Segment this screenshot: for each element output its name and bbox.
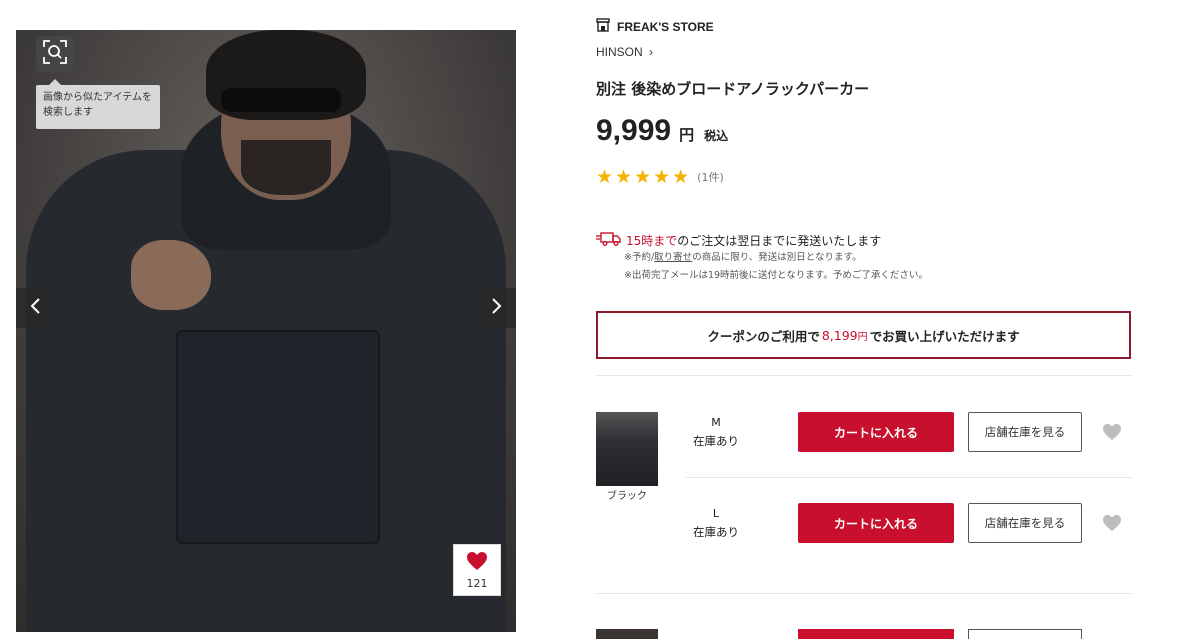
chevron-right-icon xyxy=(489,297,503,319)
price-row: 9,999 円 税込 xyxy=(596,114,728,148)
coupon-prefix: クーポンのご利用で xyxy=(707,328,820,344)
ship-note-1: ※予約/取り寄せの商品に限り、発送は別日となります。 xyxy=(624,249,928,267)
rating-row[interactable]: ★★★★★ (1件) xyxy=(596,166,724,188)
color-thumbnail[interactable] xyxy=(596,412,658,486)
brand-link[interactable]: HINSON › xyxy=(596,45,653,59)
store-stock-button-next[interactable] xyxy=(968,629,1082,639)
tax-label: 税込 xyxy=(704,129,729,143)
size-stock-m: M 在庫あり xyxy=(686,414,746,450)
add-to-cart-button-m[interactable]: カートに入れる xyxy=(798,412,954,452)
brand-name: HINSON xyxy=(596,45,643,59)
ship-note-1-prefix: ※予約/ xyxy=(624,252,655,263)
divider xyxy=(596,375,1132,376)
favorite-button[interactable]: 121 xyxy=(453,544,501,596)
add-to-cart-button-l[interactable]: カートに入れる xyxy=(798,503,954,543)
color-thumbnail-next[interactable] xyxy=(596,629,658,639)
chevron-left-icon xyxy=(29,297,43,319)
row-divider xyxy=(686,477,1132,478)
backorder-link[interactable]: 取り寄せ xyxy=(654,252,692,263)
ship-note-1-suffix: の商品に限り、発送は別日となります。 xyxy=(692,252,862,263)
coupon-suffix: でお買い上げいただけます xyxy=(869,328,1020,344)
color-label: ブラック xyxy=(607,491,647,502)
product-main-image[interactable]: 画像から似たアイテムを検索します 121 xyxy=(16,30,516,632)
stock-status: 在庫あり xyxy=(693,434,739,448)
shop-name: FREAK'S STORE xyxy=(617,19,714,34)
star-rating-icon: ★★★★★ xyxy=(596,166,692,188)
store-stock-button-l[interactable]: 店舗在庫を見る xyxy=(968,503,1082,543)
chevron-right-icon: › xyxy=(649,45,654,59)
price-value: 9,999 xyxy=(596,114,672,147)
image-search-icon xyxy=(42,39,68,69)
store-icon xyxy=(596,18,617,35)
coupon-currency: 円 xyxy=(857,331,868,343)
size-label: M xyxy=(711,416,721,429)
image-sunglasses xyxy=(221,88,341,112)
coupon-banner[interactable]: クーポンのご利用で 8,199円 でお買い上げいただけます xyxy=(596,311,1131,359)
heart-icon xyxy=(466,551,488,575)
shipping-info: 15時まで のご注文は翌日までに発送いたします ※予約/取り寄せの商品に限り、発… xyxy=(596,232,928,285)
image-beard xyxy=(241,140,331,195)
add-to-cart-button-next[interactable] xyxy=(798,629,954,639)
review-count: (1件) xyxy=(697,171,724,184)
image-search-button[interactable] xyxy=(36,36,74,72)
coupon-price-value: 8,199 xyxy=(821,327,858,343)
ship-deadline: 15時まで xyxy=(626,234,678,248)
image-pocket xyxy=(176,330,380,544)
stock-status: 在庫あり xyxy=(693,525,739,539)
size-label: L xyxy=(712,507,720,520)
store-stock-button-m[interactable]: 店舗在庫を見る xyxy=(968,412,1082,452)
image-hand xyxy=(131,240,211,310)
ship-main-text: のご注文は翌日までに発送いたします xyxy=(677,234,882,248)
ship-note-2: ※出荷完了メールは19時前後に送付となります。予めご了承ください。 xyxy=(624,270,928,281)
favorite-count: 121 xyxy=(466,576,488,590)
truck-icon xyxy=(596,232,626,249)
favorite-heart-icon-m[interactable] xyxy=(1102,422,1122,442)
favorite-heart-icon-l[interactable] xyxy=(1102,513,1122,533)
divider xyxy=(596,593,1132,594)
image-search-tooltip: 画像から似たアイテムを検索します xyxy=(36,79,160,129)
shop-name-row[interactable]: FREAK'S STORE xyxy=(596,18,714,35)
size-stock-l: L 在庫あり xyxy=(686,505,746,541)
coupon-price: 8,199円 xyxy=(822,328,868,343)
product-title: 別注 後染めブロードアノラックパーカー xyxy=(596,80,870,98)
price-currency: 円 xyxy=(679,126,695,144)
gallery-prev-button[interactable] xyxy=(16,288,56,328)
gallery-next-button[interactable] xyxy=(476,288,516,328)
